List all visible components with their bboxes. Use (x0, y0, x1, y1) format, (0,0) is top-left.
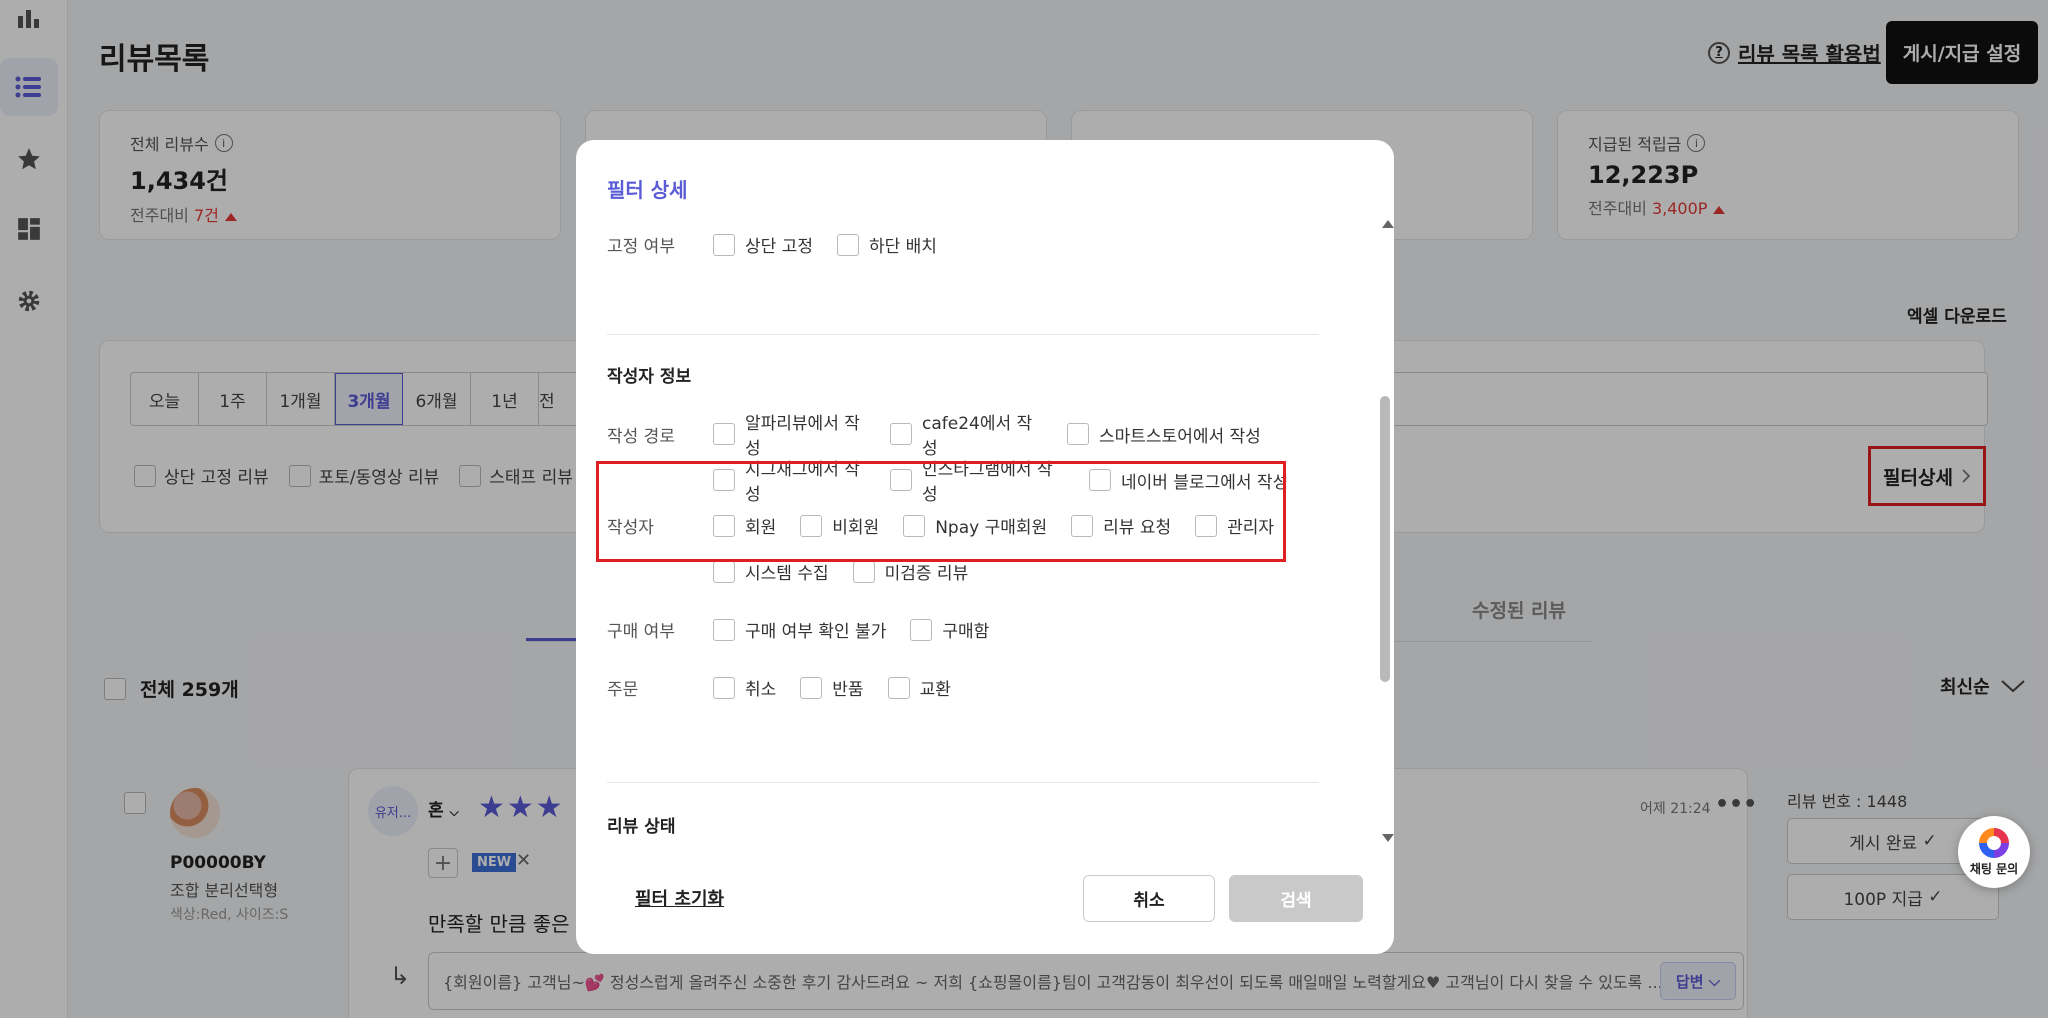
author-row: 작성자 회원 비회원 Npay 구매회원 리뷰 요청 관리자 (607, 513, 1298, 538)
checkbox[interactable] (852, 560, 875, 583)
checkbox[interactable] (800, 514, 823, 537)
option-author-admin[interactable]: 관리자 (1195, 513, 1274, 538)
option-label: 스마트스토어에서 작성 (1099, 426, 1261, 447)
source-row-2: 지그재그에서 작성 인스타그램에서 작성 네이버 블로그에서 작성 (607, 455, 1312, 505)
chat-label: 채팅 문의 (1969, 861, 2019, 876)
option-label: 교환 (919, 680, 951, 700)
order-label: 주문 (607, 680, 639, 700)
option-label: Npay 구매회원 (935, 518, 1048, 538)
option-label: 지그재그에서 작성 (745, 460, 860, 505)
option-pin-top[interactable]: 상단 고정 (713, 232, 813, 257)
option-label: 인스타그램에서 작성 (922, 460, 1053, 505)
status-section-title: 리뷰 상태 (607, 817, 676, 837)
author-section-title: 작성자 정보 (607, 367, 692, 387)
checkbox[interactable] (890, 423, 912, 445)
option-label: cafe24에서 작성 (922, 414, 1033, 459)
checkbox[interactable] (713, 423, 735, 445)
option-label: 리뷰 요청 (1103, 518, 1172, 538)
filter-reset-link[interactable]: 필터 초기화 (635, 885, 724, 911)
pin-row: 고정 여부 상단 고정 하단 배치 (607, 232, 961, 257)
scroll-up-arrow-icon[interactable] (1382, 220, 1394, 228)
scroll-down-arrow-icon[interactable] (1382, 834, 1394, 842)
option-source-cafe24[interactable]: cafe24에서 작성 (890, 409, 1043, 459)
checkbox[interactable] (836, 233, 859, 256)
option-label: 알파리뷰에서 작성 (745, 414, 860, 459)
option-author-member[interactable]: 회원 (713, 513, 776, 538)
option-purchase-yes[interactable]: 구매함 (910, 617, 989, 642)
option-author-unverified[interactable]: 미검증 리뷰 (852, 559, 969, 584)
modal-scroll-area[interactable]: 고정 여부 상단 고정 하단 배치 작성자 정보 작성 경로 알파리뷰에서 작성… (576, 220, 1394, 850)
option-label: 네이버 블로그에서 작성 (1121, 472, 1289, 493)
order-row: 주문 취소 반품 교환 (607, 675, 975, 700)
option-author-nonmember[interactable]: 비회원 (800, 513, 879, 538)
option-label: 구매 여부 확인 불가 (745, 622, 887, 642)
scroll-thumb[interactable] (1380, 396, 1390, 682)
purchase-label: 구매 여부 (607, 622, 675, 642)
option-label: 비회원 (832, 518, 880, 538)
modal-title: 필터 상세 (607, 178, 688, 202)
checkbox[interactable] (713, 676, 735, 699)
checkbox[interactable] (903, 514, 926, 537)
checkbox[interactable] (713, 233, 735, 256)
checkbox[interactable] (910, 618, 933, 641)
checkbox[interactable] (890, 469, 912, 491)
filter-detail-modal: 필터 상세 고정 여부 상단 고정 하단 배치 작성자 정보 작성 경로 알파리… (576, 140, 1394, 954)
purchase-row: 구매 여부 구매 여부 확인 불가 구매함 (607, 617, 1013, 642)
option-purchase-unknown[interactable]: 구매 여부 확인 불가 (713, 617, 886, 642)
source-label: 작성 경로 (607, 426, 675, 447)
option-order-return[interactable]: 반품 (800, 675, 864, 700)
option-label: 미검증 리뷰 (884, 564, 969, 584)
option-source-zigzag[interactable]: 지그재그에서 작성 (713, 455, 866, 505)
checkbox[interactable] (713, 618, 735, 641)
divider (607, 334, 1319, 335)
option-pin-bottom[interactable]: 하단 배치 (836, 232, 937, 257)
search-button[interactable]: 검색 (1229, 875, 1363, 922)
author-row-2: 시스템 수집 미검증 리뷰 (607, 559, 992, 584)
option-label: 반품 (832, 680, 864, 700)
author-label: 작성자 (607, 518, 654, 538)
checkbox[interactable] (1089, 469, 1111, 491)
option-order-cancel[interactable]: 취소 (713, 675, 776, 700)
chat-button[interactable]: 채팅 문의 (1958, 816, 2030, 888)
option-label: 회원 (745, 518, 777, 538)
pin-label: 고정 여부 (607, 237, 675, 257)
option-order-exchange[interactable]: 교환 (887, 675, 951, 700)
option-source-alpha[interactable]: 알파리뷰에서 작성 (713, 409, 866, 459)
option-label: 취소 (745, 680, 777, 700)
checkbox[interactable] (713, 560, 735, 583)
option-author-system[interactable]: 시스템 수집 (713, 559, 829, 584)
option-source-smartstore[interactable]: 스마트스토어에서 작성 (1067, 422, 1261, 447)
cancel-button[interactable]: 취소 (1083, 875, 1215, 922)
source-row: 작성 경로 알파리뷰에서 작성 cafe24에서 작성 스마트스토어에서 작성 (607, 409, 1285, 459)
option-source-instagram[interactable]: 인스타그램에서 작성 (890, 455, 1065, 505)
option-source-naver-blog[interactable]: 네이버 블로그에서 작성 (1089, 468, 1288, 493)
checkbox[interactable] (1195, 514, 1218, 537)
checkbox[interactable] (1071, 514, 1094, 537)
checkbox[interactable] (713, 514, 735, 537)
divider (607, 782, 1319, 783)
option-label: 상단 고정 (745, 237, 813, 257)
checkbox[interactable] (887, 676, 910, 699)
chat-logo-icon (1979, 827, 2009, 858)
option-label: 관리자 (1227, 518, 1275, 538)
option-label: 시스템 수집 (745, 564, 829, 584)
checkbox[interactable] (800, 676, 823, 699)
checkbox[interactable] (713, 469, 735, 491)
scrollbar[interactable] (1378, 220, 1394, 845)
option-author-npay[interactable]: Npay 구매회원 (903, 513, 1047, 538)
option-author-request[interactable]: 리뷰 요청 (1071, 513, 1171, 538)
option-label: 구매함 (942, 622, 990, 642)
option-label: 하단 배치 (868, 237, 937, 257)
checkbox[interactable] (1067, 423, 1089, 445)
